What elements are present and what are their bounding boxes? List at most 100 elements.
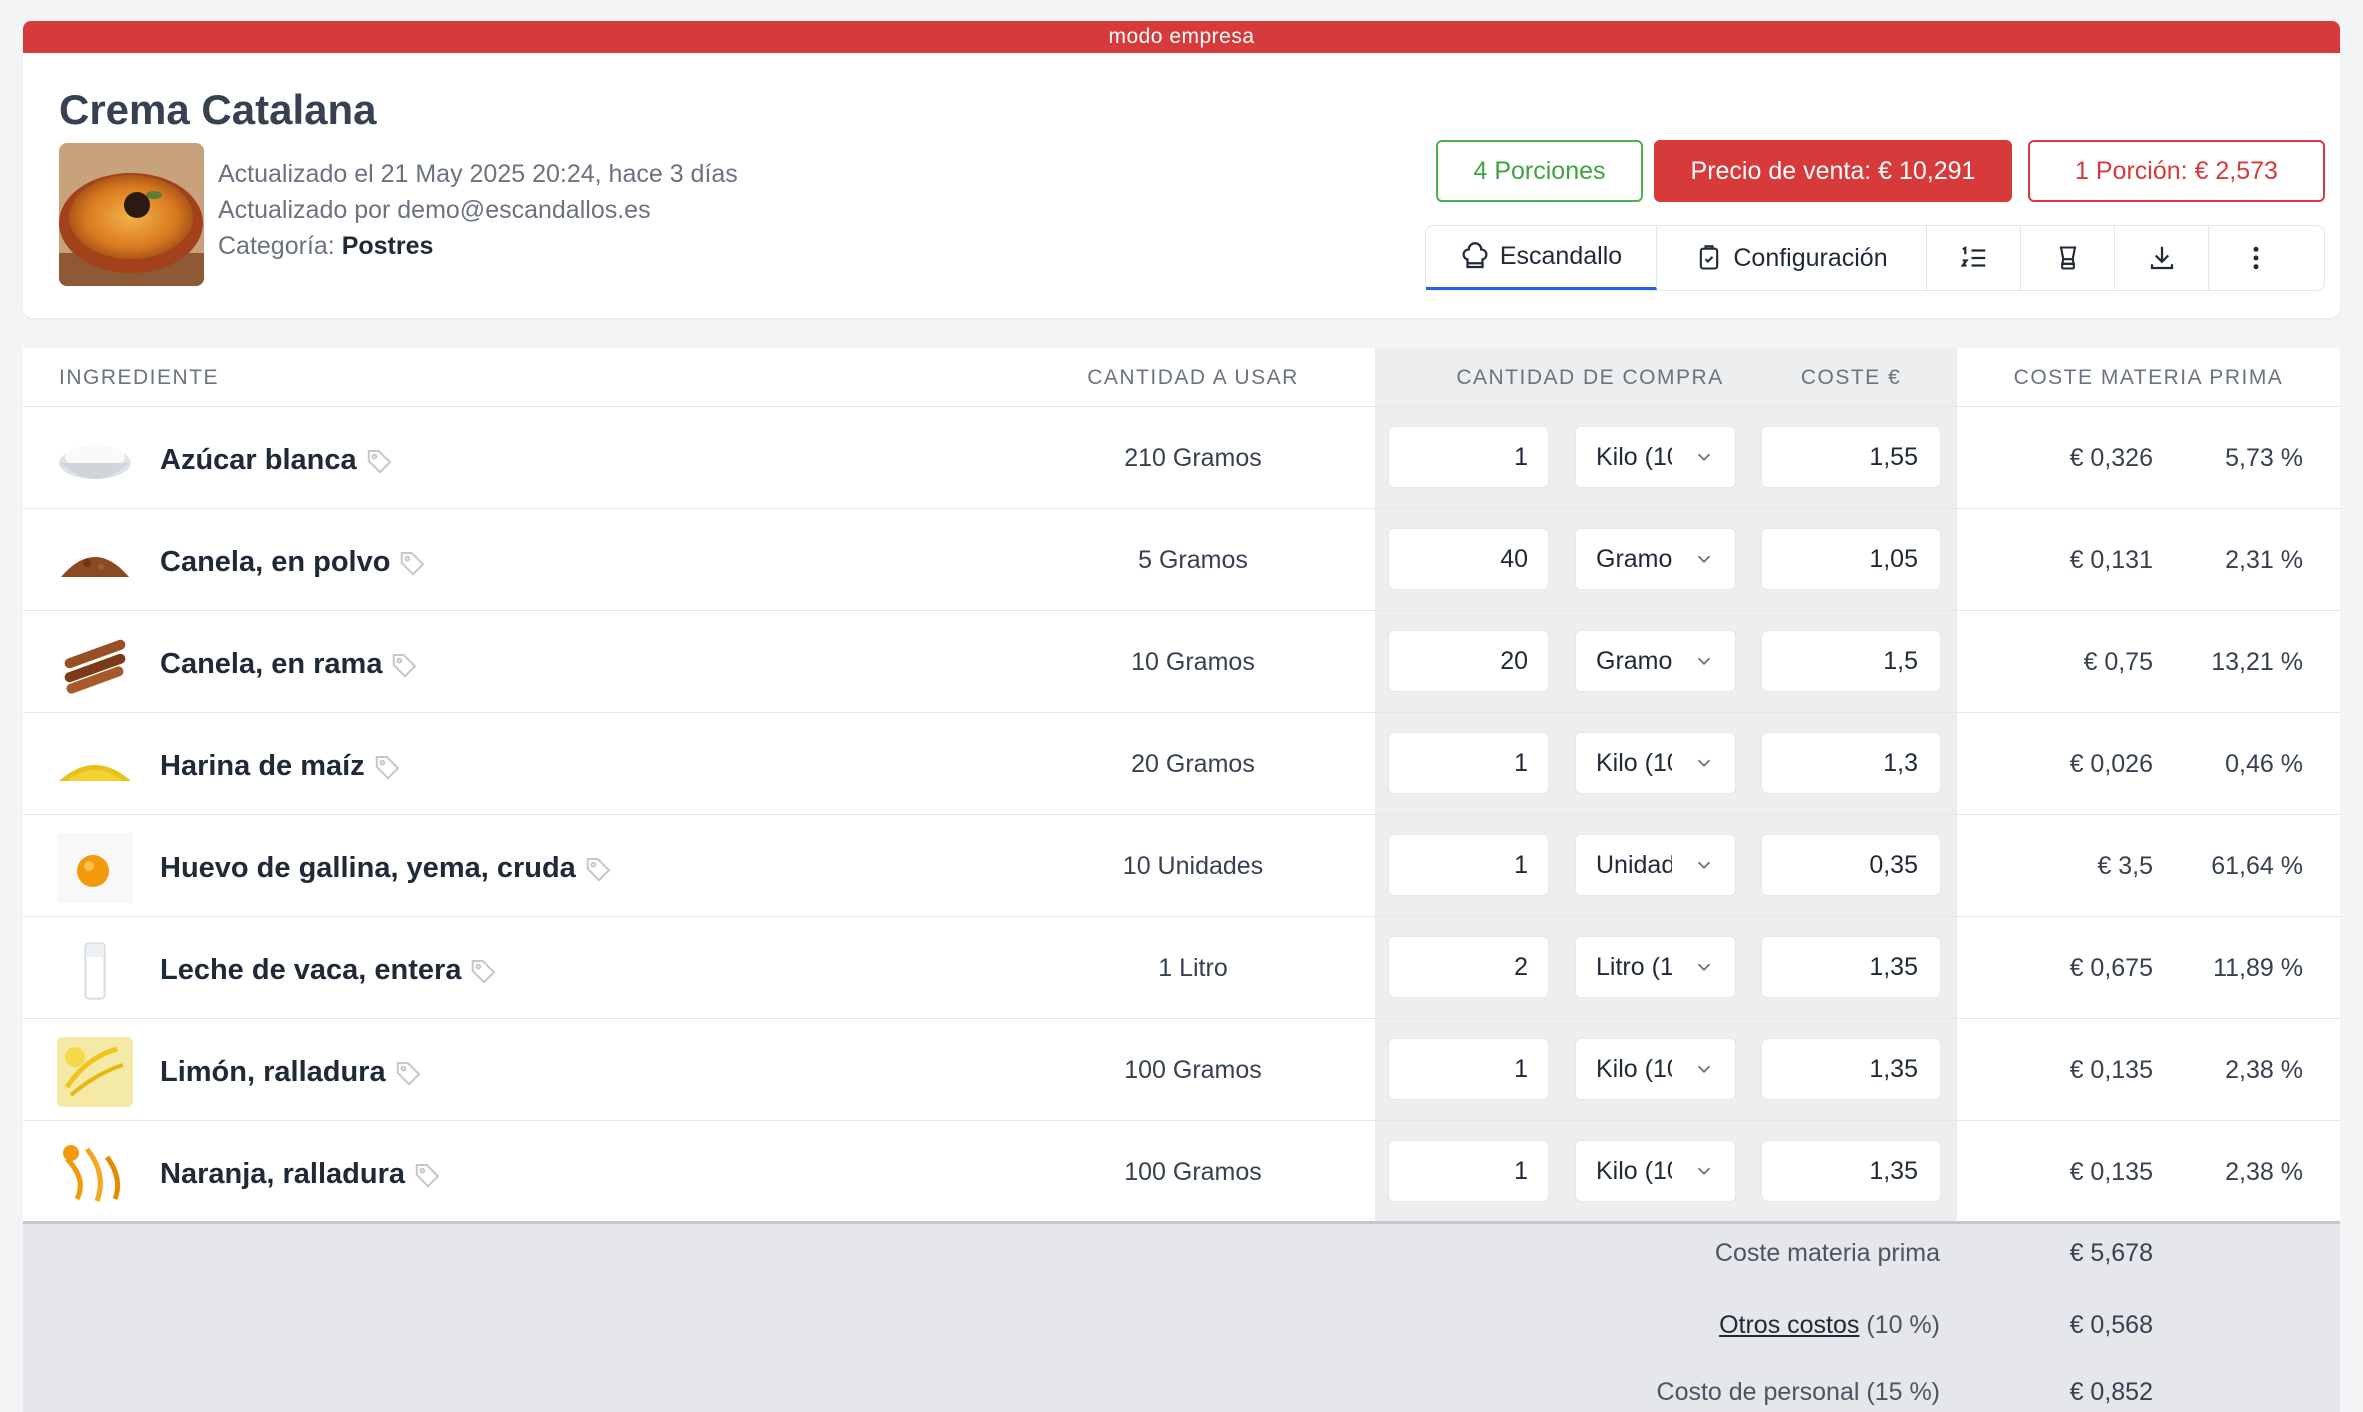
purchase-quantity-input[interactable]: 1 xyxy=(1388,732,1549,794)
purchase-quantity-input[interactable]: 20 xyxy=(1388,630,1549,692)
recipe-photo xyxy=(59,143,204,286)
header-ingredient: INGREDIENTE xyxy=(59,366,220,389)
purchase-cost-input[interactable]: 1,5 xyxy=(1761,630,1941,692)
tab-download[interactable] xyxy=(2115,226,2209,290)
raw-material-cost: € 0,326 xyxy=(2069,444,2153,472)
ingredient-image xyxy=(59,445,131,479)
ingredient-name[interactable]: Huevo de gallina, yema, cruda xyxy=(160,852,614,885)
ingredient-name-text: Naranja, ralladura xyxy=(160,1158,405,1190)
recipe-header: Crema Catalana Actualizado el 21 May 202… xyxy=(23,53,2340,318)
table-row: Limón, ralladura 100 Gramos 1 Kilo (1000 g)… xyxy=(23,1019,2340,1121)
portions-badge[interactable]: 4 Porciones xyxy=(1436,140,1643,202)
updated-by: Actualizado por demo@escandallos.es xyxy=(218,196,651,224)
purchase-unit-select[interactable]: Unidades xyxy=(1575,834,1736,896)
tab-configuracion[interactable]: Configuración xyxy=(1657,226,1927,290)
purchase-cost-input[interactable]: 1,35 xyxy=(1761,936,1941,998)
quantity-to-use: 10 Gramos xyxy=(1131,648,1255,676)
more-vertical-icon xyxy=(2253,246,2259,270)
quantity-to-use: 10 Unidades xyxy=(1122,852,1264,880)
purchase-quantity-input[interactable]: 40 xyxy=(1388,528,1549,590)
chevron-down-icon xyxy=(1697,759,1711,768)
chevron-down-icon xyxy=(1697,861,1711,870)
tag-icon[interactable] xyxy=(390,650,420,680)
purchase-unit-value: Litro (1000 ml) xyxy=(1596,952,1672,981)
purchase-unit-select[interactable]: Litro (1000 ml) xyxy=(1575,936,1736,998)
clipboard-icon xyxy=(1700,245,1719,270)
tag-icon[interactable] xyxy=(413,1160,443,1190)
raw-material-cost: € 0,131 xyxy=(2069,546,2153,574)
chevron-down-icon xyxy=(1697,555,1711,564)
tab-blender[interactable] xyxy=(2021,226,2115,290)
other-costs-link[interactable]: Otros costos xyxy=(1719,1311,1859,1339)
raw-material-percent: 5,73 % xyxy=(2225,444,2303,472)
raw-material-cost: € 0,135 xyxy=(2069,1056,2153,1084)
tag-icon[interactable] xyxy=(469,956,499,986)
chevron-down-icon xyxy=(1697,1065,1711,1074)
other-costs: Otros costos (10 %) xyxy=(1719,1311,1940,1340)
ingredient-image xyxy=(61,557,129,577)
tag-icon[interactable] xyxy=(365,446,395,476)
header-qty-use: CANTIDAD A USAR xyxy=(1087,366,1299,389)
header-raw-cost: COSTE MATERIA PRIMA xyxy=(2013,366,2284,389)
purchase-unit-select[interactable]: Kilo (1000 g) xyxy=(1575,426,1736,488)
tag-icon[interactable] xyxy=(584,854,614,884)
ingredient-name[interactable]: Leche de vaca, entera xyxy=(160,954,499,987)
table-row: Huevo de gallina, yema, cruda 10 Unidades… xyxy=(23,815,2340,917)
purchase-unit-select[interactable]: Kilo (1000 g) xyxy=(1575,1140,1736,1202)
recipe-tabs: Escandallo Configuración xyxy=(1425,225,2325,291)
raw-material-cost: € 0,675 xyxy=(2069,954,2153,982)
purchase-unit-value: Kilo (1000 g) xyxy=(1596,1054,1672,1083)
purchase-cost-input[interactable]: 1,05 xyxy=(1761,528,1941,590)
ingredient-name[interactable]: Harina de maíz xyxy=(160,750,403,783)
quantity-to-use: 100 Gramos xyxy=(1124,1056,1262,1084)
tab-steps[interactable] xyxy=(1927,226,2021,290)
chevron-down-icon xyxy=(1697,657,1711,666)
purchase-unit-select[interactable]: Gramos xyxy=(1575,528,1736,590)
table-row: Harina de maíz 20 Gramos 1 Kilo (1000 g) 1,3… xyxy=(23,713,2340,815)
blender-icon xyxy=(2059,246,2076,270)
ingredient-name[interactable]: Canela, en polvo xyxy=(160,546,428,579)
staff-cost-value: € 0,852 xyxy=(2069,1378,2153,1406)
quantity-to-use: 20 Gramos xyxy=(1131,750,1255,778)
updated-date: Actualizado el 21 May 2025 20:24, hace 3… xyxy=(218,160,738,188)
tab-escandallo[interactable]: Escandallo xyxy=(1426,226,1657,290)
tag-icon[interactable] xyxy=(394,1058,424,1088)
ingredient-image xyxy=(63,1145,121,1202)
table-row: Canela, en polvo 5 Gramos 40 Gramos 1,05 € 0,… xyxy=(23,509,2340,611)
ingredient-name[interactable]: Limón, ralladura xyxy=(160,1056,424,1089)
ingredient-name[interactable]: Canela, en rama xyxy=(160,648,420,681)
category: Categoría: Postres xyxy=(218,232,433,261)
ingredient-name[interactable]: Naranja, ralladura xyxy=(160,1158,443,1191)
ingredient-name[interactable]: Azúcar blanca xyxy=(160,444,395,477)
table-row: Azúcar blanca 210 Gramos 1 Kilo (1000 g) 1,5… xyxy=(23,407,2340,509)
sale-price-badge[interactable]: Precio de venta: € 10,291 xyxy=(1654,140,2012,202)
company-mode-banner: modo empresa xyxy=(23,21,2340,53)
tab-more[interactable] xyxy=(2209,226,2303,290)
raw-cost-value: € 5,678 xyxy=(2069,1239,2153,1267)
purchase-unit-value: Unidades xyxy=(1596,850,1672,879)
purchase-quantity-input[interactable]: 1 xyxy=(1388,1038,1549,1100)
quantity-to-use: 100 Gramos xyxy=(1124,1158,1262,1186)
recipe-title: Crema Catalana xyxy=(59,86,377,133)
chevron-down-icon xyxy=(1697,1167,1711,1176)
purchase-unit-select[interactable]: Kilo (1000 g) xyxy=(1575,732,1736,794)
purchase-unit-select[interactable]: Kilo (1000 g) xyxy=(1575,1038,1736,1100)
chevron-down-icon xyxy=(1697,963,1711,972)
raw-material-cost: € 0,026 xyxy=(2069,750,2153,778)
purchase-cost-input[interactable]: 1,3 xyxy=(1761,732,1941,794)
portion-price-badge[interactable]: 1 Porción: € 2,573 xyxy=(2028,140,2325,202)
purchase-quantity-input[interactable]: 1 xyxy=(1388,834,1549,896)
table-header: INGREDIENTE CANTIDAD A USAR CANTIDAD DE … xyxy=(23,348,2340,407)
tag-icon[interactable] xyxy=(398,548,428,578)
purchase-quantity-input[interactable]: 1 xyxy=(1388,1140,1549,1202)
tag-icon[interactable] xyxy=(373,752,403,782)
purchase-cost-input[interactable]: 1,35 xyxy=(1761,1140,1941,1202)
purchase-unit-select[interactable]: Gramos xyxy=(1575,630,1736,692)
purchase-cost-input[interactable]: 1,35 xyxy=(1761,1038,1941,1100)
purchase-cost-input[interactable]: 1,55 xyxy=(1761,426,1941,488)
purchase-cost-input[interactable]: 0,35 xyxy=(1761,834,1941,896)
download-icon xyxy=(2150,246,2173,270)
purchase-quantity-input[interactable]: 2 xyxy=(1388,936,1549,998)
ingredient-name-text: Canela, en rama xyxy=(160,648,383,680)
purchase-quantity-input[interactable]: 1 xyxy=(1388,426,1549,488)
